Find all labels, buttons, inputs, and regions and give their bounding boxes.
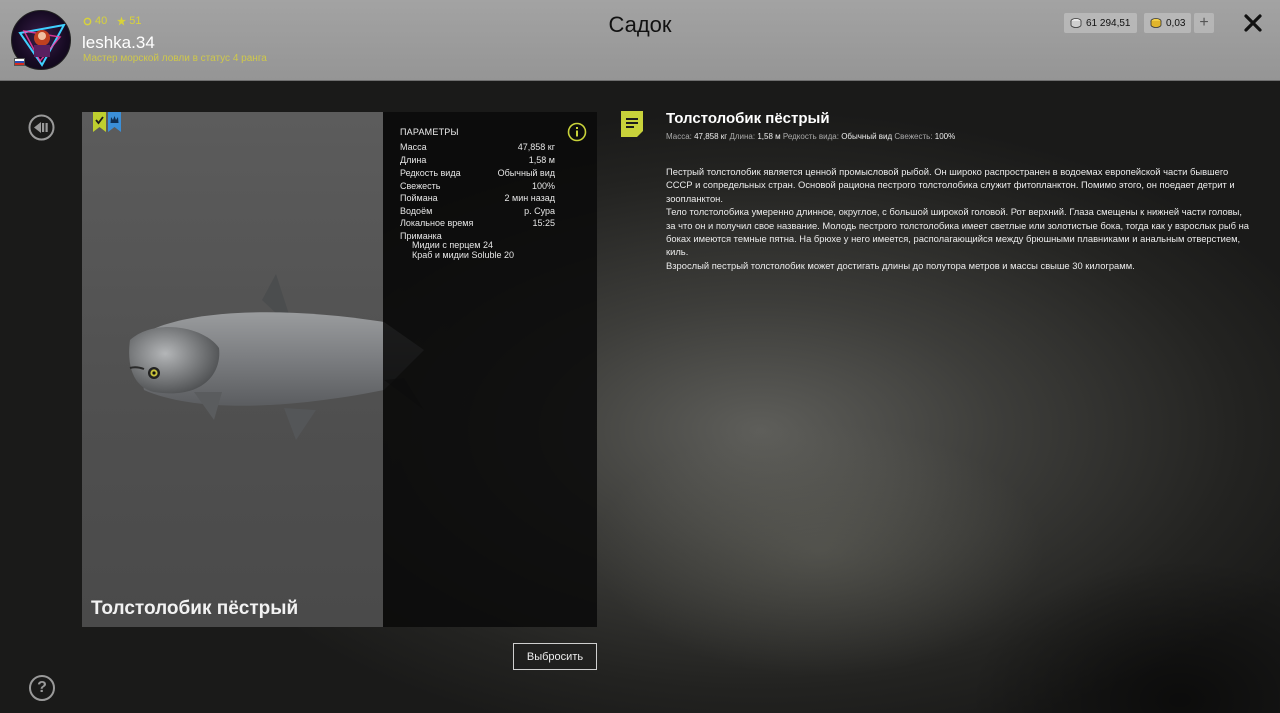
param-row-length: Длина 1,58 м xyxy=(400,155,555,165)
meta-value: 1,58 м xyxy=(757,132,781,141)
param-label: Поймана xyxy=(400,193,438,203)
close-icon[interactable] xyxy=(1242,12,1264,34)
param-row-water: Водоём р. Сура xyxy=(400,206,555,216)
player-rank: Мастер морской ловли в статус 4 ранга xyxy=(83,53,267,64)
param-label: Масса xyxy=(400,142,427,152)
fish-badges xyxy=(93,112,121,132)
param-label: Длина xyxy=(400,155,427,165)
param-value: р. Сура xyxy=(524,206,555,216)
params-panel: ПАРАМЕТРЫ Масса 47,858 кг Длина 1,58 м Р… xyxy=(383,112,597,627)
param-label: Водоём xyxy=(400,206,433,216)
help-icon[interactable]: ? xyxy=(29,675,55,701)
params-title: ПАРАМЕТРЫ xyxy=(400,127,459,137)
bait-item: Мидии с перцем 24 xyxy=(412,240,493,250)
meta-value: Обычный вид xyxy=(841,132,893,141)
param-value: Обычный вид xyxy=(497,168,555,178)
coin-gold-icon xyxy=(1150,18,1162,28)
param-row-caught: Поймана 2 мин назад xyxy=(400,193,555,203)
param-label: Локальное время xyxy=(400,218,474,228)
meta-label: Редкость вида: xyxy=(782,132,839,141)
top-bar: 40 51 leshka.34 Мастер морской ловли в с… xyxy=(0,0,1280,81)
param-value: 2 мин назад xyxy=(504,193,555,203)
param-row-rarity: Редкость вида Обычный вид xyxy=(400,168,555,178)
badge-crown-icon xyxy=(108,112,121,132)
fish-description: Пестрый толстолобик является ценной пром… xyxy=(666,165,1251,272)
meta-label: Масса: xyxy=(666,132,692,141)
gold-balance[interactable]: 0,03 xyxy=(1144,13,1192,33)
description-paragraph: Взрослый пестрый толстолобик может дости… xyxy=(666,259,1135,271)
meta-label: Свежесть: xyxy=(894,132,933,141)
bait-item: Краб и мидии Soluble 20 xyxy=(412,250,514,260)
add-currency-button[interactable]: + xyxy=(1194,13,1214,33)
param-value: 15:25 xyxy=(532,218,555,228)
param-value: 100% xyxy=(531,181,555,191)
gold-value: 0,03 xyxy=(1166,17,1186,29)
meta-value: 47,858 кг xyxy=(694,132,728,141)
fish-meta: Масса: 47,858 кг Длина: 1,58 м Редкость … xyxy=(666,132,955,141)
fish-name: Толстолобик пёстрый xyxy=(91,598,299,619)
badge-check-icon xyxy=(93,112,106,132)
description-title: Толстолобик пёстрый xyxy=(666,110,830,127)
param-value: 1,58 м xyxy=(528,155,555,165)
flag-ru-icon xyxy=(14,58,25,66)
param-row-time: Локальное время 15:25 xyxy=(400,218,555,228)
note-icon xyxy=(621,111,643,137)
plus-icon: + xyxy=(1199,14,1209,31)
meta-value: 100% xyxy=(934,132,956,141)
param-row-mass: Масса 47,858 кг xyxy=(400,142,555,152)
param-row-freshness: Свежесть 100% xyxy=(400,181,555,191)
description-paragraph: Тело толстолобика умеренно длинное, окру… xyxy=(666,206,1249,258)
silver-balance[interactable]: 61 294,51 xyxy=(1064,13,1137,33)
silver-value: 61 294,51 xyxy=(1086,17,1131,29)
param-value: 47,858 кг xyxy=(517,142,555,152)
discard-button[interactable]: Выбросить xyxy=(513,643,597,670)
back-icon[interactable] xyxy=(28,114,55,141)
info-icon[interactable] xyxy=(567,122,587,142)
param-label: Свежесть xyxy=(400,181,441,191)
param-label: Редкость вида xyxy=(400,168,461,178)
meta-label: Длина: xyxy=(729,132,756,141)
coin-silver-icon xyxy=(1070,18,1082,28)
description-paragraph: Пестрый толстолобик является ценной пром… xyxy=(666,166,1235,204)
